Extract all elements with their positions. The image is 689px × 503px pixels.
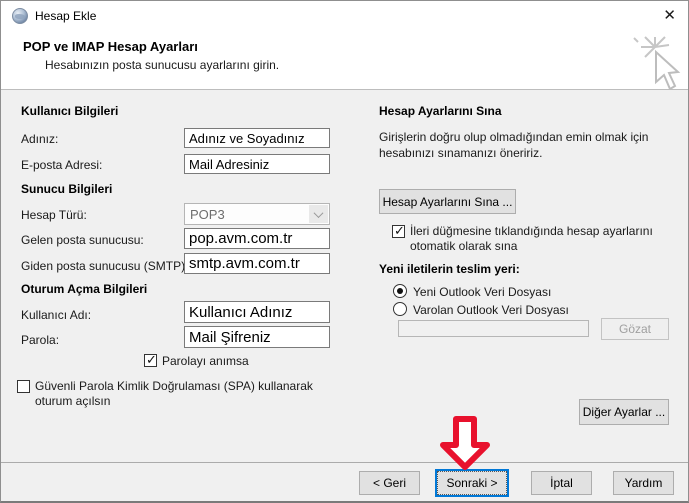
page-subtitle: Hesabınızın posta sunucusu ayarlarını gi… <box>45 58 279 72</box>
more-settings-button[interactable]: Diğer Ayarlar ... <box>579 399 669 425</box>
email-label: E-posta Adresi: <box>21 158 102 172</box>
test-account-settings-button-label: Hesap Ayarlarını Sına ... <box>383 195 513 209</box>
add-account-dialog: Hesap Ekle ✕ POP ve IMAP Hesap Ayarları … <box>0 0 689 503</box>
delivery-location-label: Yeni iletilerin teslim yeri: <box>379 262 520 276</box>
checkmark-icon: ✓ <box>394 223 405 239</box>
new-data-file-label: Yeni Outlook Veri Dosyası <box>413 285 551 300</box>
test-description: Girişlerin doğru olup olmadığından emin … <box>379 129 671 161</box>
new-data-file-radio[interactable] <box>393 284 407 298</box>
remember-password-checkbox[interactable]: ✓ <box>144 354 157 367</box>
next-button-label: Sonraki > <box>446 476 497 490</box>
chevron-down-icon <box>309 205 328 223</box>
account-type-select[interactable]: POP3 <box>184 203 330 225</box>
username-label: Kullanıcı Adı: <box>21 308 91 322</box>
dialog-header: POP ve IMAP Hesap Ayarları Hesabınızın p… <box>1 31 688 90</box>
close-icon[interactable]: ✕ <box>663 7 676 25</box>
test-account-settings-button[interactable]: Hesap Ayarlarını Sına ... <box>379 189 516 214</box>
back-button[interactable]: < Geri <box>359 471 420 495</box>
title-bar: Hesap Ekle ✕ <box>1 1 688 31</box>
more-settings-button-label: Diğer Ayarlar ... <box>583 405 665 419</box>
globe-icon <box>12 8 28 24</box>
section-user-info: Kullanıcı Bilgileri <box>21 104 118 118</box>
footer-divider <box>1 462 688 463</box>
outgoing-server-field[interactable] <box>184 253 330 274</box>
password-label: Parola: <box>21 333 59 347</box>
existing-data-file-label: Varolan Outlook Veri Dosyası <box>413 303 569 318</box>
name-label: Adınız: <box>21 132 58 146</box>
spa-checkbox[interactable] <box>17 380 30 393</box>
outgoing-server-label: Giden posta sunucusu (SMTP): <box>21 259 188 273</box>
red-down-arrow-annotation <box>439 415 491 471</box>
existing-data-file-path-field[interactable] <box>398 320 589 337</box>
back-button-label: < Geri <box>373 476 406 490</box>
browse-button[interactable]: Gözat <box>601 318 669 340</box>
account-type-value: POP3 <box>190 207 225 222</box>
auto-test-checkbox[interactable]: ✓ <box>392 225 405 238</box>
help-button-label: Yardım <box>625 476 663 490</box>
page-title: POP ve IMAP Hesap Ayarları <box>23 39 198 54</box>
auto-test-label: İleri düğmesine tıklandığında hesap ayar… <box>410 224 678 254</box>
spa-label: Güvenli Parola Kimlik Doğrulaması (SPA) … <box>35 379 340 409</box>
incoming-server-field[interactable] <box>184 228 330 249</box>
name-field[interactable] <box>184 128 330 148</box>
existing-data-file-radio[interactable] <box>393 302 407 316</box>
checkmark-icon: ✓ <box>146 352 157 368</box>
email-field[interactable] <box>184 154 330 174</box>
username-field[interactable] <box>184 301 330 323</box>
incoming-server-label: Gelen posta sunucusu: <box>21 233 144 247</box>
section-server-info: Sunucu Bilgileri <box>21 182 112 196</box>
help-button[interactable]: Yardım <box>613 471 674 495</box>
password-field[interactable] <box>184 326 330 348</box>
cancel-button[interactable]: İptal <box>531 471 592 495</box>
section-test-settings: Hesap Ayarlarını Sına <box>379 104 502 118</box>
account-type-label: Hesap Türü: <box>21 208 87 222</box>
remember-password-label: Parolayı anımsa <box>162 354 249 369</box>
window-title: Hesap Ekle <box>35 9 96 23</box>
browse-button-label: Gözat <box>619 322 651 336</box>
cancel-button-label: İptal <box>550 476 573 490</box>
next-button[interactable]: Sonraki > <box>435 469 509 497</box>
section-logon-info: Oturum Açma Bilgileri <box>21 282 147 296</box>
